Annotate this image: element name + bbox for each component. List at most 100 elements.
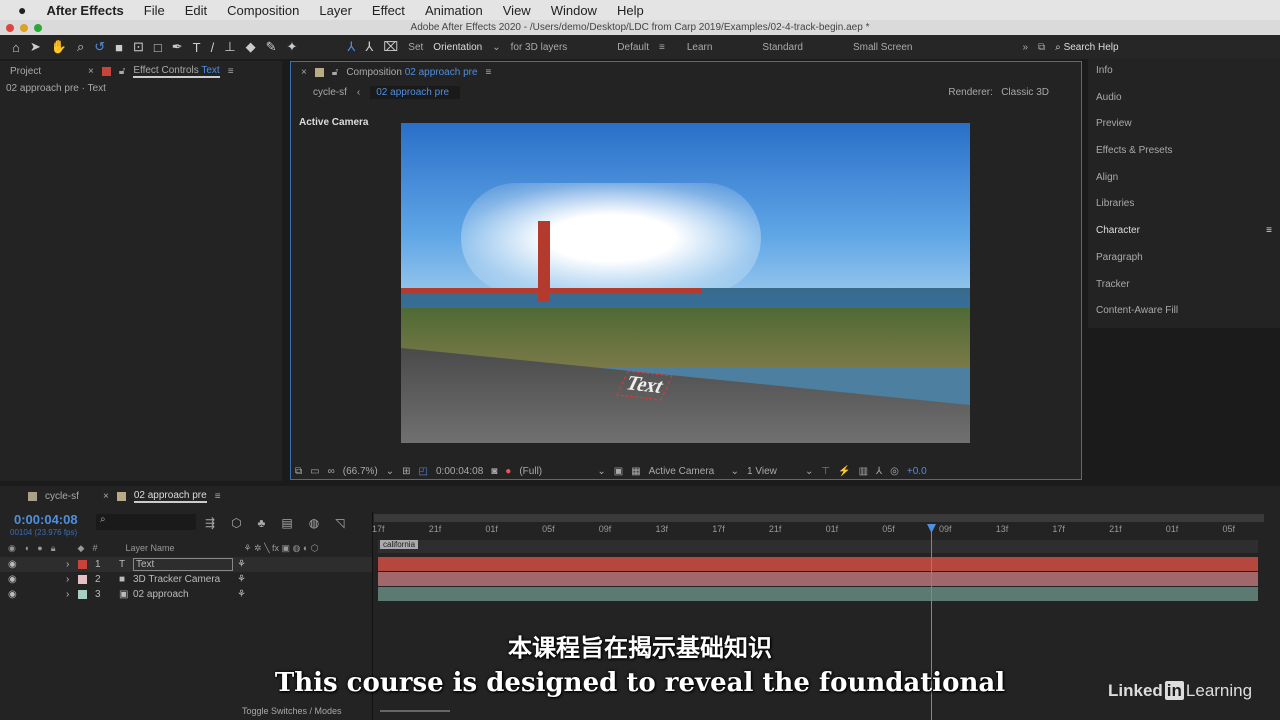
selection-tool-icon[interactable]: ➤ [30,39,41,55]
shy-icon[interactable]: ♣ [258,516,266,530]
visibility-icon[interactable]: ◉ [8,574,66,585]
panel-menu-icon[interactable]: ≡ [228,66,234,77]
search-help-input[interactable]: ⌕ Search Help [1055,42,1118,53]
camera-view-dropdown[interactable]: Active Camera [649,466,723,477]
panel-menu-icon[interactable]: ≡ [486,67,492,78]
motion-blur-icon[interactable]: ◍ [309,516,319,530]
layer-name[interactable]: 02 approach [133,589,233,600]
menu-animation[interactable]: Animation [425,3,483,18]
transparency-grid-icon[interactable]: ▦ [631,466,640,477]
current-time[interactable]: 0:00:04:08 [436,466,483,477]
panel-effects-presets[interactable]: Effects & Presets [1088,138,1280,165]
menu-app[interactable]: After Effects [46,3,123,18]
menu-composition[interactable]: Composition [227,3,299,18]
close-icon[interactable]: × [88,66,94,77]
visibility-icon[interactable]: ◉ [8,559,66,570]
workspace-standard[interactable]: Standard [762,42,803,53]
menu-layer[interactable]: Layer [319,3,352,18]
shy-switch-icon[interactable]: ⚘ [237,559,246,570]
panel-info[interactable]: Info [1088,58,1280,85]
display-icon[interactable]: ▭ [310,466,319,477]
layer-duration-bar[interactable] [378,572,1258,586]
shy-switch-icon[interactable]: ⚘ [237,589,246,600]
view-layout-dropdown[interactable]: 1 View [747,466,797,477]
apple-icon[interactable]: ● [18,2,26,18]
tab-project[interactable]: Project [10,66,80,77]
workspace-learn[interactable]: Learn [687,42,713,53]
workspace-default[interactable]: Default [617,42,649,53]
layer-label-color[interactable] [78,560,87,569]
snapshot-icon[interactable]: ⧉ [295,466,302,477]
draft-3d-icon[interactable]: ⊤ [821,466,830,477]
grid-icon[interactable]: ⊞ [402,466,410,477]
panel-tracker[interactable]: Tracker [1088,272,1280,299]
composition-viewer[interactable]: Text [401,123,970,443]
menu-file[interactable]: File [144,3,165,18]
panel-preview[interactable]: Preview [1088,111,1280,138]
panel-libraries[interactable]: Libraries [1088,191,1280,218]
orientation-dropdown[interactable]: Orientation [433,42,482,53]
expand-chevron-icon[interactable]: › [66,589,78,600]
frame-blending-icon[interactable]: ▤ [281,516,292,530]
view-axis-icon[interactable]: ⌧ [383,39,398,55]
lock-icon[interactable]: 🔓︎ [332,67,338,78]
renderer-button[interactable]: Classic 3D [1001,87,1049,98]
minimize-window-button[interactable] [20,24,28,32]
toggle-switches-modes[interactable]: Toggle Switches / Modes [242,706,342,716]
pen-tool-icon[interactable]: ✒ [172,39,183,55]
zoom-slider[interactable] [380,710,450,712]
graph-editor-icon[interactable]: ◹ [335,516,344,530]
sync-icon[interactable]: ⧉ [1038,42,1045,53]
roto-brush-icon[interactable]: ✎ [266,39,277,55]
pan-behind-icon[interactable]: ⊡ [133,39,144,55]
rectangle-tool-icon[interactable]: □ [154,40,162,55]
tab-cycle-sf[interactable]: cycle-sf [45,491,95,502]
zoom-dropdown[interactable]: (66.7%) [343,466,378,477]
menu-window[interactable]: Window [551,3,597,18]
menu-view[interactable]: View [503,3,531,18]
fast-preview-icon[interactable]: ⚡ [838,466,850,477]
orbit-tool-icon[interactable]: ↺ [94,39,105,55]
world-axis-icon[interactable]: ⅄ [365,39,373,55]
home-icon[interactable]: ⌂ [12,40,20,55]
crumb-current[interactable]: 02 approach pre [370,86,461,99]
workspace-menu-icon[interactable]: ≡ [659,42,665,53]
col-layer-name[interactable]: Layer Name [125,543,235,554]
menu-help[interactable]: Help [617,3,644,18]
eraser-tool-icon[interactable]: ◆ [246,39,256,55]
more-workspaces-icon[interactable]: » [1022,42,1028,53]
hand-tool-icon[interactable]: ✋ [51,39,67,55]
flowchart-icon[interactable]: ⅄ [876,466,882,477]
comp-marker[interactable]: california [380,540,419,549]
panel-character[interactable]: Character ≡ [1088,218,1280,245]
mask-view-icon[interactable]: ∞ [328,466,335,477]
layer-duration-bar[interactable] [378,587,1258,601]
crumb-cycle-sf[interactable]: cycle-sf [313,87,347,98]
exposure-value[interactable]: +0.0 [907,466,927,477]
zoom-window-button[interactable] [34,24,42,32]
puppet-pin-icon[interactable]: ✦ [286,39,297,55]
tab-02-approach-pre[interactable]: 02 approach pre [133,490,207,503]
brush-tool-icon[interactable]: / [211,40,215,55]
zoom-tool-icon[interactable]: ⌕ [77,39,84,55]
menu-edit[interactable]: Edit [185,3,207,18]
layer-label-color[interactable] [78,590,87,599]
layer-name[interactable]: Text [133,558,233,571]
layer-row[interactable]: ◉ › 2 ■ 3D Tracker Camera ⚘ [0,572,372,587]
layer-duration-bar[interactable] [378,557,1258,571]
lock-icon[interactable]: 🔓︎ [119,66,125,77]
expand-chevron-icon[interactable]: › [66,559,78,570]
visibility-icon[interactable]: ◉ [8,589,66,600]
layer-search-input[interactable]: ⌕ [96,514,196,530]
panel-content-aware-fill[interactable]: Content-Aware Fill [1088,298,1280,325]
timeline-icon[interactable]: ▥ [859,466,868,477]
close-window-button[interactable] [6,24,14,32]
timeline-timecode[interactable]: 0:00:04:08 [14,512,78,527]
menu-effect[interactable]: Effect [372,3,405,18]
workspace-small-screen[interactable]: Small Screen [853,42,912,53]
region-icon[interactable]: ◰ [419,466,428,477]
expand-chevron-icon[interactable]: › [66,574,78,585]
roi-icon[interactable]: ▣ [614,466,623,477]
panel-menu-icon[interactable]: ≡ [1266,218,1272,245]
composition-mini-flowchart-icon[interactable]: ⇶ [205,516,215,530]
